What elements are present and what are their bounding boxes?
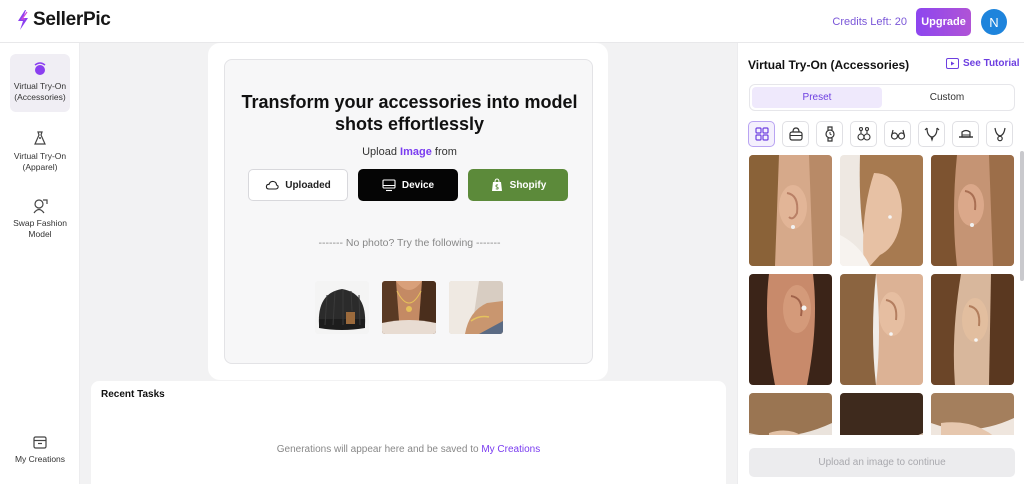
sidebar-item-label: Swap Fashion Model [13,218,67,239]
logo-bolt-icon [18,10,28,30]
category-necklace[interactable] [918,121,945,147]
preset-thumb[interactable] [840,274,923,385]
uploaded-button[interactable]: Uploaded [248,169,348,201]
category-earring[interactable] [850,121,877,147]
sidebar-item-label: Virtual Try-On (Accessories) [13,81,67,102]
category-glasses[interactable] [884,121,911,147]
category-filters [748,121,1013,147]
preset-thumb[interactable] [749,274,832,385]
continue-button[interactable]: Upload an image to continue [749,448,1015,477]
page-title: Transform your accessories into model sh… [241,92,578,134]
pendant-icon [993,127,1006,142]
category-bag[interactable] [782,121,809,147]
upload-dropzone[interactable]: Transform your accessories into model sh… [224,59,593,364]
accessories-icon [34,62,46,75]
grid-icon [754,127,769,141]
category-watch[interactable] [816,121,843,147]
video-icon [946,58,959,69]
sidebar-item-apparel[interactable]: Virtual Try-On (Apparel) [10,124,70,174]
earring-icon [856,126,871,141]
sidebar-item-label: My Creations [14,454,66,464]
hat-icon [958,129,973,138]
preset-thumb[interactable] [840,155,923,266]
sidebar-item-label: Virtual Try-On (Apparel) [13,151,67,172]
logo[interactable]: SellerPic [16,9,111,31]
preset-thumb[interactable] [749,155,832,266]
my-creations-link[interactable]: My Creations [481,444,540,455]
see-tutorial-link[interactable]: See Tutorial [946,58,1020,69]
uploaded-label: Uploaded [285,179,331,191]
preset-custom-toggle: Preset Custom [749,84,1015,111]
no-photo-hint: ------- No photo? Try the following ----… [318,237,501,249]
logo-text: SellerPic [33,9,111,30]
recent-tasks-title: Recent Tasks [101,389,165,400]
beanie-sample[interactable] [315,281,369,334]
preset-thumb[interactable] [931,155,1014,266]
preset-thumb[interactable] [931,274,1014,385]
glasses-icon [890,129,905,140]
panel-footer: Upload an image to continue [738,435,1024,484]
cloud-icon [266,180,279,190]
right-panel: Virtual Try-On (Accessories) See Tutoria… [737,43,1024,484]
shopify-button[interactable]: Shopify [468,169,568,201]
watch-icon [824,126,835,142]
panel-title: Virtual Try-On (Accessories) [748,58,910,72]
upload-suffix: from [434,146,457,158]
avatar[interactable]: N [981,9,1007,35]
tasks-empty-text: Generations will appear here and be save… [276,444,479,455]
category-pendant[interactable] [986,121,1013,147]
category-all[interactable] [748,121,775,147]
upload-from-label: Upload Image from [225,146,594,158]
swap-model-icon [33,199,48,214]
recent-tasks-panel: Recent Tasks Generations will appear her… [91,381,726,484]
category-hat[interactable] [952,121,979,147]
tasks-empty-state: Generations will appear here and be save… [91,444,726,455]
tab-custom[interactable]: Custom [882,87,1012,108]
apparel-icon [34,131,46,145]
shopify-bag-icon [491,178,502,191]
left-sidebar: Virtual Try-On (Accessories) Virtual Try… [0,43,80,484]
panel-scrollbar[interactable] [1020,151,1024,281]
credits-left: Credits Left: 20 [832,16,907,28]
tab-preset[interactable]: Preset [752,87,882,108]
bag-icon [788,127,803,141]
sidebar-item-swap-model[interactable]: Swap Fashion Model [10,191,70,241]
top-header: SellerPic Credits Left: 20 Upgrade N [0,0,1024,43]
upload-prefix: Upload [362,146,397,158]
device-button[interactable]: Device [358,169,458,201]
necklace-sample[interactable] [382,281,436,334]
device-label: Device [401,179,435,191]
upload-highlight: Image [400,146,432,158]
bracelet-sample[interactable] [449,281,503,334]
necklace-icon [924,127,939,142]
upgrade-button[interactable]: Upgrade [916,8,971,36]
monitor-icon [382,179,396,192]
see-tutorial-label: See Tutorial [963,58,1020,69]
sidebar-item-accessories[interactable]: Virtual Try-On (Accessories) [10,54,70,112]
shopify-label: Shopify [509,179,547,191]
folder-icon [33,436,47,449]
sidebar-item-my-creations[interactable]: My Creations [10,427,70,467]
